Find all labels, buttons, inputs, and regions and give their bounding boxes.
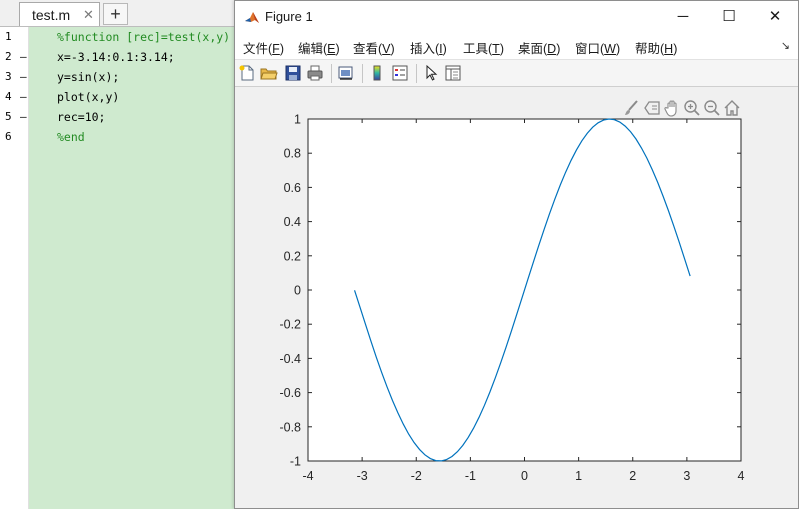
editor-tab-bar: test.m ✕ + [0,0,240,27]
add-tab-button[interactable]: + [103,3,128,25]
figure-window: Figure 1 ─ ☐ ✕ 文件(F) 编辑(E) 查看(V) 插入(I) 工… [234,0,799,509]
y-tick-label: 0.8 [284,147,301,161]
code-line[interactable]: rec=10; [57,107,105,127]
breakpoint-marker[interactable]: – [20,107,28,127]
tab-label: test.m [32,7,71,23]
y-tick-label: 0.2 [284,249,301,263]
x-tick-label: 1 [575,469,582,483]
plot-area: -4 -3 -2 -1 0 1 2 3 4 1 0.8 0.6 0.4 0.2 0 -0.2 -0.4 -0.6 -… [279,113,745,484]
line-number: 1 [5,30,12,43]
line-number: 4 [5,90,12,103]
code-line[interactable]: plot(x,y) [57,87,119,107]
breakpoint-marker[interactable]: – [20,47,28,67]
x-tick-label: 0 [521,469,528,483]
y-tick-label: 0.4 [284,215,301,229]
y-tick-label: -0.6 [279,386,301,400]
x-tick-label: -4 [302,469,313,483]
y-tick-label: 0 [294,284,301,298]
line-number: 3 [5,70,12,83]
x-tick-label: -1 [465,469,476,483]
breakpoint-marker[interactable] [20,27,28,47]
editor-panel: test.m ✕ + 1 %function [rec]=test(x,y) 2– x… [0,0,240,509]
x-tick-label: 3 [683,469,690,483]
y-tick-label: -0.8 [279,420,301,434]
line-number: 2 [5,50,12,63]
close-icon[interactable]: ✕ [83,7,94,23]
x-tick-label: 4 [738,469,745,483]
y-tick-label: -0.4 [279,352,301,366]
breakpoint-marker[interactable] [20,127,28,147]
code-comment-line[interactable]: %end [57,127,85,147]
x-tick-label: 2 [629,469,636,483]
y-tick-label: 0.6 [284,181,301,195]
y-tick-label: -0.2 [279,318,301,332]
line-number: 5 [5,110,12,123]
breakpoint-marker[interactable]: – [20,87,28,107]
code-line[interactable]: x=-3.14:0.1:3.14; [57,47,175,67]
breakpoint-marker[interactable]: – [20,67,28,87]
x-tick-label: -3 [357,469,368,483]
y-tick-label: 1 [294,113,301,127]
code-comment-line[interactable]: %function [rec]=test(x,y) [57,27,230,47]
tab-test-m[interactable]: test.m ✕ [19,2,100,26]
x-tick-label: -2 [411,469,422,483]
code-line[interactable]: y=sin(x); [57,67,119,87]
y-tick-label: -1 [290,455,301,469]
line-number: 6 [5,130,12,143]
